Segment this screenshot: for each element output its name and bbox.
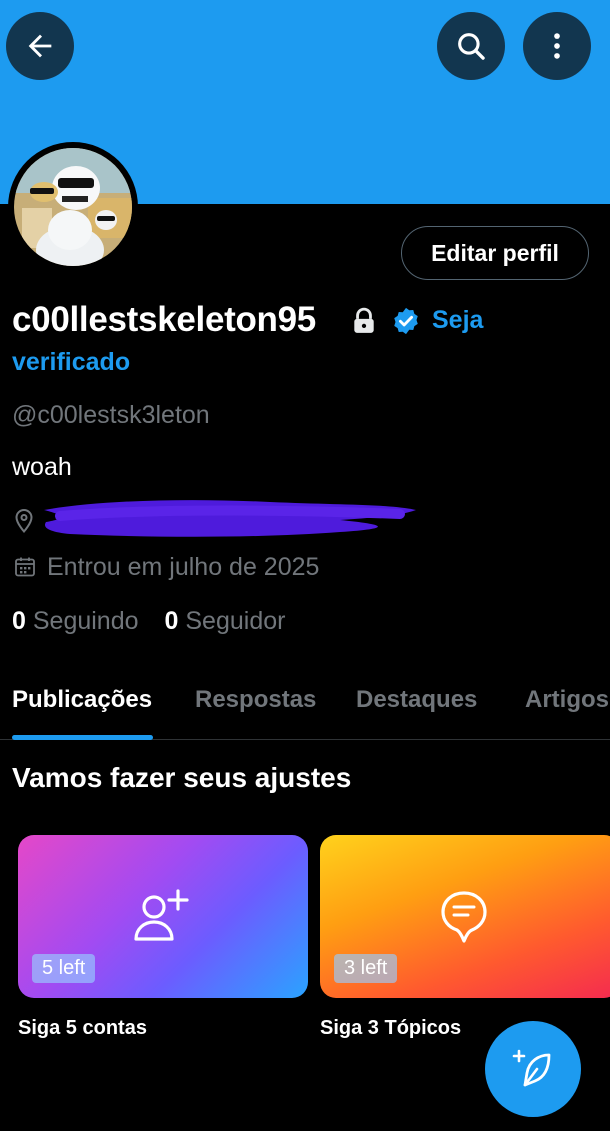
location-redaction-scribble xyxy=(44,500,416,537)
search-button[interactable] xyxy=(437,12,505,80)
followers-link[interactable]: 0 Seguidor xyxy=(165,607,286,635)
follow-stats: 0 Seguindo 0 Seguidor xyxy=(12,607,285,636)
lock-icon xyxy=(354,307,374,333)
joined-date: Entrou em julho de 2025 xyxy=(47,553,320,581)
get-verified-link-continued[interactable]: verificado xyxy=(12,348,130,377)
calendar-icon xyxy=(15,557,35,577)
get-verified-link[interactable]: Seja xyxy=(432,306,483,335)
tab-replies[interactable]: Respostas xyxy=(195,686,316,714)
add-user-icon xyxy=(134,889,189,941)
edit-profile-button[interactable]: Editar perfil xyxy=(401,226,589,280)
back-button[interactable] xyxy=(6,12,74,80)
compose-feather-icon xyxy=(512,1049,551,1087)
more-options-button[interactable] xyxy=(523,12,591,80)
remaining-badge: 3 left xyxy=(334,954,398,983)
followers-count: 0 xyxy=(164,607,179,635)
following-label: Seguindo xyxy=(32,607,139,635)
follow-accounts-card[interactable]: 5 left xyxy=(18,835,308,998)
display-name: c00llestskeleton95 xyxy=(12,300,316,339)
follow-accounts-caption[interactable]: Siga 5 contas xyxy=(18,1017,147,1040)
follow-topics-caption[interactable]: Siga 3 Tópicos xyxy=(320,1017,461,1040)
more-vertical-icon xyxy=(554,33,560,59)
following-link[interactable]: 0 Seguindo xyxy=(12,607,139,635)
arrow-left-icon xyxy=(28,34,52,58)
active-tab-indicator xyxy=(12,735,153,740)
bio: woah xyxy=(12,453,72,481)
search-icon xyxy=(458,33,485,60)
user-handle: @c00lestsk3leton xyxy=(12,401,210,429)
avatar-image xyxy=(14,148,132,266)
tab-articles[interactable]: Artigos xyxy=(525,686,609,714)
tab-posts[interactable]: Publicações xyxy=(12,686,152,714)
compose-post-button[interactable] xyxy=(485,1021,581,1117)
avatar[interactable] xyxy=(8,142,138,272)
tab-highlights[interactable]: Destaques xyxy=(356,686,477,714)
profile-tabs: Publicações Respostas Destaques Artigos xyxy=(0,672,610,740)
verified-badge-icon[interactable] xyxy=(391,306,421,336)
followers-label: Seguidor xyxy=(185,607,286,635)
follow-topics-card[interactable]: 3 left xyxy=(320,835,610,998)
location-pin-icon xyxy=(15,508,33,534)
following-count: 0 xyxy=(12,607,26,635)
onboarding-title: Vamos fazer seus ajustes xyxy=(12,762,352,793)
topic-bubble-icon xyxy=(441,891,487,943)
remaining-badge: 5 left xyxy=(32,954,96,983)
